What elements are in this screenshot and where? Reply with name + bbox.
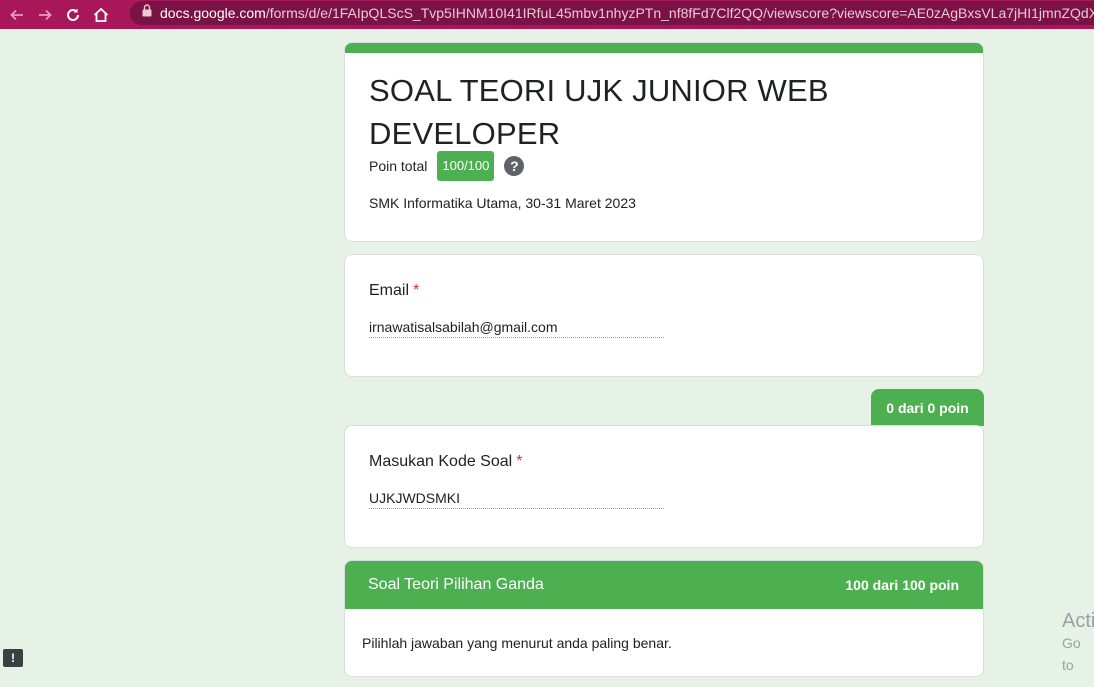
- section-header: Soal Teori Pilihan Ganda 100 dari 100 po…: [345, 561, 983, 609]
- forward-arrow-icon[interactable]: [34, 4, 56, 26]
- activation-line-1: Acti: [1062, 610, 1094, 632]
- section-title: Soal Teori Pilihan Ganda: [368, 576, 544, 593]
- address-bar[interactable]: docs.google.com/forms/d/e/1FAIpQLScS_Tvp…: [130, 1, 1094, 25]
- activation-line-2: Go to: [1062, 635, 1081, 673]
- section-card: Soal Teori Pilihan Ganda 100 dari 100 po…: [344, 560, 984, 677]
- form-description: SMK Informatika Utama, 30-31 Maret 2023: [369, 195, 636, 211]
- question-card-code: Masukan Kode Soal * UJKJWDSMKI: [344, 425, 984, 548]
- required-asterisk: *: [516, 453, 523, 470]
- back-arrow-icon[interactable]: [6, 4, 28, 26]
- score-badge: 100/100: [437, 151, 495, 181]
- score-row: Poin total 100/100 ?: [369, 151, 525, 181]
- browser-toolbar: docs.google.com/forms/d/e/1FAIpQLScS_Tvp…: [0, 0, 1094, 29]
- activation-watermark: Acti Go to: [1062, 610, 1094, 676]
- question-label: Masukan Kode Soal: [369, 453, 513, 470]
- lock-icon: [142, 4, 152, 22]
- answer-text: irnawatisalsabilah@gmail.com: [369, 319, 664, 338]
- question-label: Email: [369, 282, 410, 299]
- report-feedback-icon[interactable]: !: [3, 649, 23, 667]
- reload-icon[interactable]: [62, 4, 84, 26]
- required-asterisk: *: [413, 282, 420, 299]
- points-badge: 0 dari 0 poin: [871, 389, 984, 426]
- url-path: /forms/d/e/1FAIpQLScS_Tvp5IHNM10I41IRfuL…: [265, 5, 1094, 21]
- question-title: Masukan Kode Soal *: [369, 453, 522, 471]
- help-icon[interactable]: ?: [504, 156, 525, 176]
- section-description: Pilihlah jawaban yang menurut anda palin…: [362, 635, 672, 651]
- form-title: SOAL TEORI UJK JUNIOR WEB DEVELOPER: [369, 73, 829, 151]
- question-title: Email *: [369, 282, 419, 300]
- accent-stripe: [345, 43, 983, 53]
- answer-text: UJKJWDSMKI: [369, 490, 664, 509]
- question-card-email: Email * irnawatisalsabilah@gmail.com: [344, 254, 984, 377]
- section-points: 100 dari 100 poin: [845, 577, 959, 593]
- home-icon[interactable]: [90, 4, 112, 26]
- url-domain: docs.google.com: [160, 5, 266, 21]
- form-header-card: SOAL TEORI UJK JUNIOR WEB DEVELOPER Poin…: [344, 42, 984, 242]
- score-label: Poin total: [369, 158, 428, 174]
